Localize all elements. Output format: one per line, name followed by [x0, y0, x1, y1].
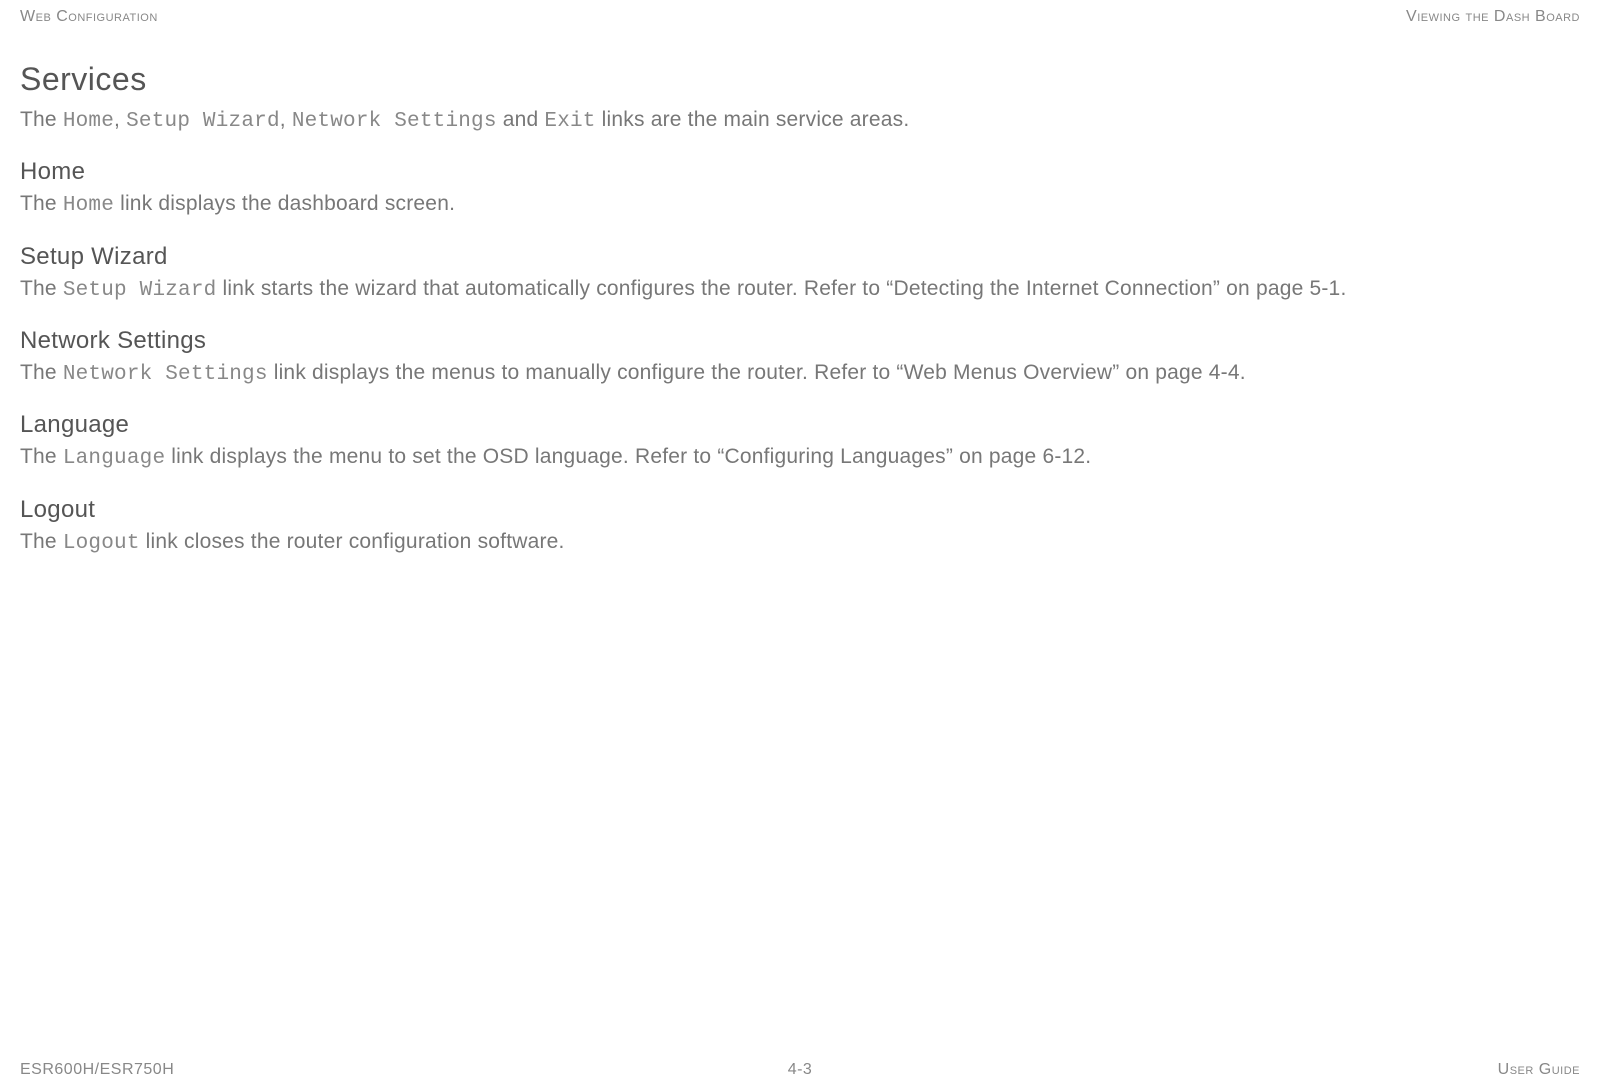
mono-network-settings: Network Settings [63, 363, 268, 386]
text-segment: The [20, 530, 63, 553]
mono-setup-wizard: Setup Wizard [63, 279, 217, 302]
page-content: Services The Home, Setup Wizard, Network… [20, 51, 1580, 558]
mono-network-settings: Network Settings [292, 110, 497, 133]
footer-right: User Guide [1498, 1061, 1580, 1079]
text-segment: The [20, 445, 63, 468]
mono-language: Language [63, 447, 165, 470]
mono-setup-wizard: Setup Wizard [126, 110, 280, 133]
text-segment: , [280, 108, 292, 131]
mono-logout: Logout [63, 532, 140, 555]
mono-home: Home [63, 194, 114, 217]
footer-page-number: 4-3 [788, 1061, 813, 1079]
paragraph-services-intro: The Home, Setup Wizard, Network Settings… [20, 106, 1580, 136]
text-segment: link starts the wizard that automaticall… [216, 277, 1346, 300]
text-segment: , [114, 108, 126, 131]
header-left: Web Configuration [20, 8, 158, 26]
heading-services: Services [20, 61, 1580, 98]
paragraph-network-settings: The Network Settings link displays the m… [20, 359, 1580, 389]
text-segment: links are the main service areas. [596, 108, 910, 131]
text-segment: The [20, 108, 63, 131]
heading-language: Language [20, 411, 1580, 439]
text-segment: link closes the router configuration sof… [140, 530, 565, 553]
text-segment: link displays the dashboard screen. [114, 192, 455, 215]
text-segment: link displays the menu to set the OSD la… [165, 445, 1091, 468]
heading-home: Home [20, 158, 1580, 186]
paragraph-logout: The Logout link closes the router config… [20, 528, 1580, 558]
text-segment: The [20, 192, 63, 215]
heading-setup-wizard: Setup Wizard [20, 243, 1580, 271]
text-segment: and [497, 108, 545, 131]
footer-left: ESR600H/ESR750H [20, 1061, 174, 1079]
mono-exit: Exit [544, 110, 595, 133]
page-header: Web Configuration Viewing the Dash Board [20, 0, 1580, 51]
paragraph-language: The Language link displays the menu to s… [20, 443, 1580, 473]
header-right: Viewing the Dash Board [1406, 8, 1580, 26]
text-segment: The [20, 361, 63, 384]
heading-logout: Logout [20, 496, 1580, 524]
paragraph-home: The Home link displays the dashboard scr… [20, 190, 1580, 220]
text-segment: link displays the menus to manually conf… [268, 361, 1246, 384]
mono-home: Home [63, 110, 114, 133]
heading-network-settings: Network Settings [20, 327, 1580, 355]
text-segment: The [20, 277, 63, 300]
page-footer: ESR600H/ESR750H 4-3 User Guide [20, 1061, 1580, 1079]
paragraph-setup-wizard: The Setup Wizard link starts the wizard … [20, 275, 1580, 305]
